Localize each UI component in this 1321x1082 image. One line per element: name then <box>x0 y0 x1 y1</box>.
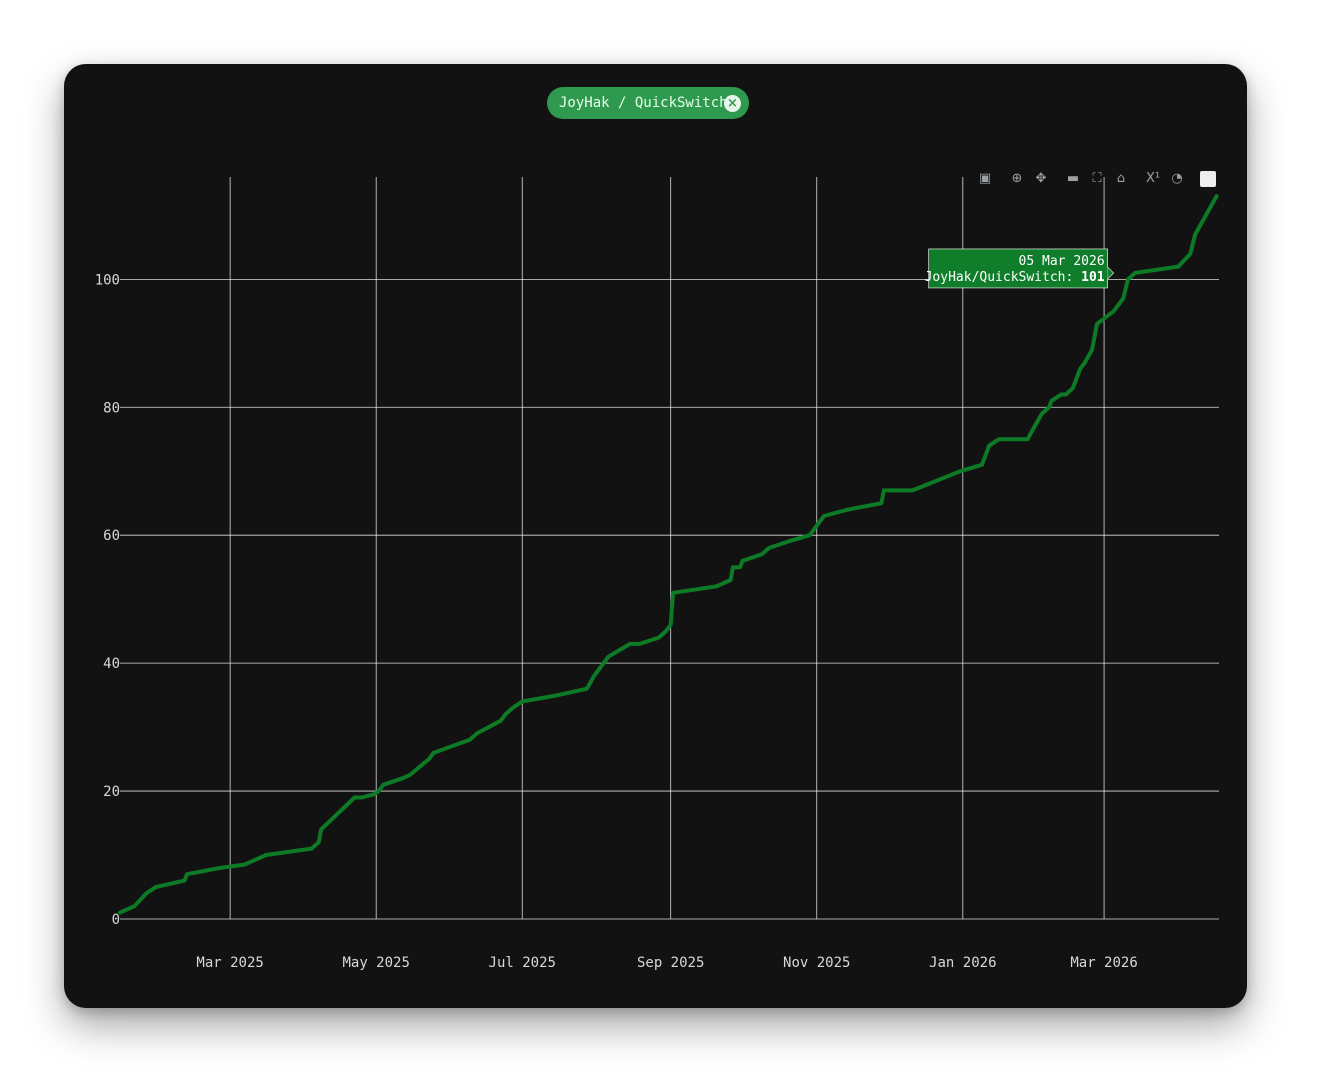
y-tick-label: 0 <box>112 912 120 928</box>
line-chart: 0 20 40 60 80 100 Mar 2025 May 2025 Jul 2025 Sep … <box>95 177 1219 971</box>
chart-card: JoyHak / QuickSwitch × ▣ ⊕ ✥ ▬ ⛶ ⌂ X¹ ◔ … <box>64 64 1247 1008</box>
series-line <box>118 194 1219 915</box>
tooltip-value: 101 <box>1081 270 1105 285</box>
x-tick-label: Jan 2026 <box>929 955 996 971</box>
x-tick-label: May 2025 <box>342 955 409 971</box>
x-tick-label: Mar 2025 <box>196 955 263 971</box>
tooltip-date: 05 Mar 2026 <box>1019 254 1105 269</box>
y-tick-label: 20 <box>103 784 120 800</box>
y-tick-label: 100 <box>95 272 120 288</box>
x-tick-label: Jul 2025 <box>489 955 556 971</box>
tooltip-series-value: JoyHak/QuickSwitch: 101 <box>925 270 1105 285</box>
x-tick-label: Nov 2025 <box>783 955 850 971</box>
x-tick-label: Sep 2025 <box>637 955 704 971</box>
y-tick-label: 40 <box>103 656 120 672</box>
hover-tooltip-pointer <box>1107 266 1115 280</box>
tooltip-series-name: JoyHak/QuickSwitch: <box>925 270 1082 285</box>
y-tick-label: 60 <box>103 528 120 544</box>
y-tick-label: 80 <box>103 400 120 416</box>
x-tick-label: Mar 2026 <box>1070 955 1137 971</box>
